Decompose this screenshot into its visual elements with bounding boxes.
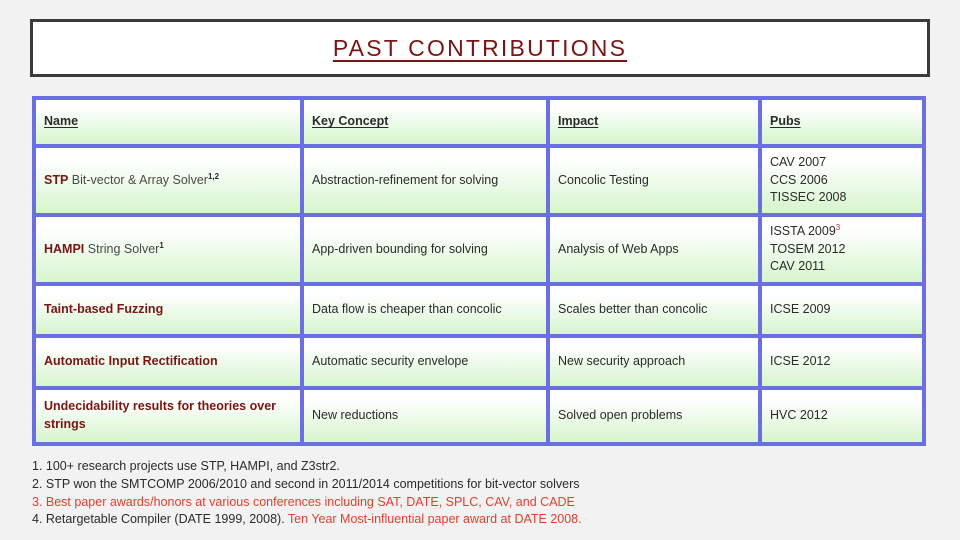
- cell-key-concept: Automatic security envelope: [304, 338, 550, 390]
- footnote-line: 1. 100+ research projects use STP, HAMPI…: [32, 458, 932, 476]
- cell-name: Taint-based Fuzzing: [36, 286, 304, 338]
- cell-name: STP Bit-vector & Array Solver1,2: [36, 148, 304, 217]
- name-footnote-marker: 1,2: [207, 171, 220, 181]
- name-lead: STP: [44, 172, 69, 187]
- footnote-line: 4. Retargetable Compiler (DATE 1999, 200…: [32, 511, 932, 529]
- footnote-line: 3. Best paper awards/honors at various c…: [32, 494, 932, 512]
- pub-footnote-marker: 3: [835, 222, 841, 232]
- cell-key-concept: Abstraction-refinement for solving: [304, 148, 550, 217]
- footnote-highlight: Ten Year Most-influential paper award at…: [287, 512, 582, 527]
- pub-entry: TISSEC 2008: [770, 190, 847, 205]
- cell-key-concept: App-driven bounding for solving: [304, 217, 550, 286]
- cell-pubs: CAV 2007 CCS 2006 TISSEC 2008: [762, 148, 922, 217]
- cell-pubs: ISSTA 20093 TOSEM 2012 CAV 2011: [762, 217, 922, 286]
- name-lead: Undecidability results for theories over…: [44, 399, 277, 431]
- table-row: Taint-based Fuzzing Data flow is cheaper …: [36, 286, 922, 338]
- name-lead: Taint-based Fuzzing: [44, 302, 164, 317]
- pub-entry: CAV 2011: [770, 259, 826, 274]
- cell-impact: Scales better than concolic: [550, 286, 762, 338]
- past-contributions-table: Name Key Concept Impact Pubs STP Bit-vec…: [32, 96, 926, 446]
- table-body: STP Bit-vector & Array Solver1,2 Abstract…: [36, 148, 922, 442]
- footnote-line: 2. STP won the SMTCOMP 2006/2010 and sec…: [32, 476, 932, 494]
- column-header-key-concept[interactable]: Key Concept: [304, 100, 550, 148]
- cell-pubs: HVC 2012: [762, 390, 922, 442]
- footnote-text: 4. Retargetable Compiler (DATE 1999, 200…: [32, 512, 288, 527]
- name-lead: Automatic Input Rectification: [44, 354, 218, 369]
- pub-entry: CCS 2006: [770, 172, 828, 187]
- pub-entry: ICSE 2012: [770, 354, 831, 369]
- pub-entry: CAV 2007: [770, 154, 827, 169]
- table-row: Undecidability results for theories over…: [36, 390, 922, 442]
- cell-impact: Concolic Testing: [550, 148, 762, 217]
- table-header: Name Key Concept Impact Pubs: [36, 100, 922, 148]
- name-lead: HAMPI: [44, 241, 85, 256]
- table-header-row: Name Key Concept Impact Pubs: [36, 100, 922, 148]
- cell-pubs: ICSE 2009: [762, 286, 922, 338]
- column-header-pubs[interactable]: Pubs: [762, 100, 922, 148]
- footnote-text: 1. 100+ research projects use STP, HAMPI…: [32, 459, 340, 473]
- cell-name: Automatic Input Rectification: [36, 338, 304, 390]
- pub-entry: ISSTA 20093: [770, 222, 841, 238]
- table-row: Automatic Input Rectification Automatic s…: [36, 338, 922, 390]
- pub-entry: TOSEM 2012: [770, 241, 846, 256]
- page-title: PAST CONTRIBUTIONS: [332, 34, 628, 61]
- column-header-impact[interactable]: Impact: [550, 100, 762, 148]
- cell-impact: Analysis of Web Apps: [550, 217, 762, 286]
- slide-title-box: PAST CONTRIBUTIONS: [30, 19, 930, 77]
- cell-impact: New security approach: [550, 338, 762, 390]
- footnote-text: 3. Best paper awards/honors at various c…: [32, 494, 575, 509]
- cell-impact: Solved open problems: [550, 390, 762, 442]
- table-row: STP Bit-vector & Array Solver1,2 Abstract…: [36, 148, 922, 217]
- name-rest: Bit-vector & Array Solver: [68, 172, 208, 187]
- name-footnote-marker: 1: [159, 240, 164, 250]
- column-header-name[interactable]: Name: [36, 100, 304, 148]
- table-row: HAMPI String Solver1 App-driven bounding …: [36, 217, 922, 286]
- footnote-text: 2. STP won the SMTCOMP 2006/2010 and sec…: [32, 476, 580, 491]
- footnotes-block: 1. 100+ research projects use STP, HAMPI…: [32, 458, 932, 529]
- cell-name: Undecidability results for theories over…: [36, 390, 304, 442]
- cell-pubs: ICSE 2012: [762, 338, 922, 390]
- pub-entry: HVC 2012: [770, 408, 828, 423]
- name-rest: String Solver: [84, 241, 160, 256]
- cell-name: HAMPI String Solver1: [36, 217, 304, 286]
- cell-key-concept: New reductions: [304, 390, 550, 442]
- pub-entry: ICSE 2009: [770, 302, 831, 317]
- cell-key-concept: Data flow is cheaper than concolic: [304, 286, 550, 338]
